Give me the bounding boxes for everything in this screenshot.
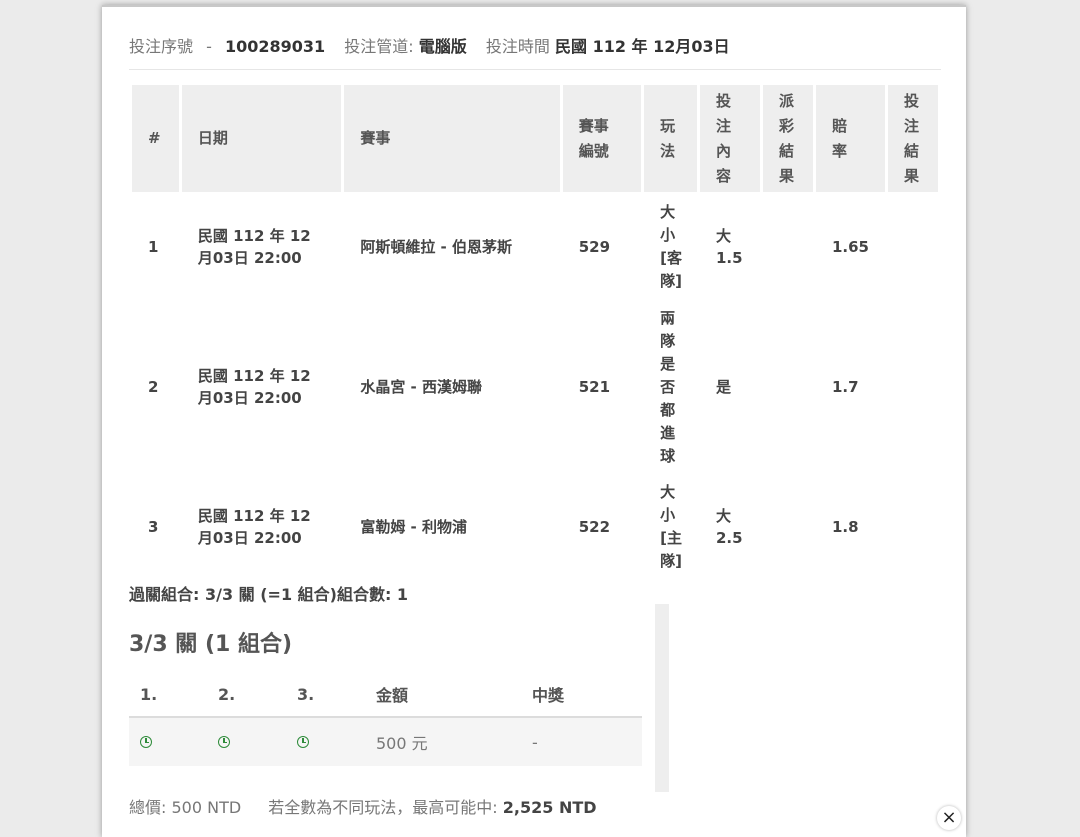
- header-date: 日期: [181, 85, 342, 192]
- cell-result: [888, 192, 938, 302]
- cell-odds: 1.65: [831, 238, 869, 256]
- cell-payout: [763, 302, 813, 472]
- combo-row: 500 元 -: [129, 717, 642, 766]
- cell-content: 大 2.5: [715, 507, 743, 547]
- cell-content: 是: [715, 378, 731, 396]
- combo-cell-amount: 500 元: [365, 717, 521, 766]
- header-content: 投注內容: [699, 85, 760, 192]
- cell-date: 民國 112 年 12月03日 22:00: [197, 227, 311, 267]
- combo-header-win: 中獎: [521, 672, 642, 718]
- cell-odds: 1.8: [831, 518, 859, 536]
- time-label: 投注時間: [485, 37, 550, 56]
- cell-event: 水晶宮 - 西漢姆聯: [360, 378, 482, 396]
- channel-value: 電腦版: [418, 37, 467, 56]
- bet-info-line: 投注序號 - 100289031 投注管道: 電腦版 投注時間 民國 112 年…: [129, 33, 941, 70]
- cell-event-no: 521: [578, 378, 611, 396]
- close-icon[interactable]: ×: [937, 806, 961, 830]
- combo-cell-2: [207, 717, 286, 766]
- cell-odds: 1.7: [831, 378, 859, 396]
- combo-summary: 過關組合: 3/3 關 (=1 組合)組合數: 1: [129, 585, 409, 604]
- table-row: 1 民國 112 年 12月03日 22:00 阿斯頓維拉 - 伯恩茅斯 529…: [132, 192, 938, 302]
- header-result: 投注結果: [887, 85, 938, 192]
- max-win-label: 若全數為不同玩法，最高可能中:: [268, 798, 498, 817]
- serial-separator: -: [206, 37, 212, 56]
- total-value: 500 NTD: [171, 798, 242, 817]
- header-play: 玩法: [644, 85, 697, 192]
- header-payout: 派彩結果: [762, 85, 813, 192]
- header-num: #: [132, 85, 179, 192]
- cell-event-no: 529: [578, 238, 611, 256]
- combo-cell-1: [129, 717, 207, 766]
- header-event: 賽事: [344, 85, 560, 192]
- header-odds: 賠率: [815, 85, 885, 192]
- bet-detail-panel: 投注序號 - 100289031 投注管道: 電腦版 投注時間 民國 112 年…: [102, 5, 966, 837]
- combo-header-1: 1.: [129, 672, 207, 718]
- combo-cell-win: -: [521, 717, 642, 766]
- combo-table: 1. 2. 3. 金額 中獎 500 元 -: [129, 672, 642, 766]
- total-label: 總價:: [129, 798, 167, 817]
- clock-icon: [140, 735, 152, 748]
- combo-title: 3/3 關 (1 組合): [129, 632, 293, 657]
- cell-play: 兩隊是否都進球: [660, 308, 676, 465]
- header-event-no: 賽事編號: [562, 85, 642, 192]
- table-row: 3 民國 112 年 12月03日 22:00 富勒姆 - 利物浦 522 大小…: [132, 472, 938, 582]
- time-value: 民國 112 年 12月03日: [555, 37, 730, 56]
- cell-event: 富勒姆 - 利物浦: [360, 518, 467, 536]
- combo-header-2: 2.: [207, 672, 286, 718]
- serial-value: 100289031: [224, 37, 326, 56]
- cell-content: 大 1.5: [715, 227, 743, 267]
- cell-event-no: 522: [578, 518, 611, 536]
- combo-header-row: 1. 2. 3. 金額 中獎: [129, 672, 642, 718]
- cell-num: 3: [148, 518, 159, 536]
- cell-date: 民國 112 年 12月03日 22:00: [197, 507, 311, 547]
- table-row: 2 民國 112 年 12月03日 22:00 水晶宮 - 西漢姆聯 521 兩…: [132, 302, 938, 472]
- cell-event: 阿斯頓維拉 - 伯恩茅斯: [360, 238, 512, 256]
- channel-label: 投注管道:: [344, 37, 414, 56]
- cell-payout: [763, 472, 813, 582]
- table-header-row: # 日期 賽事 賽事編號 玩法 投注內容 派彩結果 賠率 投注結果: [132, 85, 938, 192]
- clock-icon: [218, 735, 230, 748]
- cell-date: 民國 112 年 12月03日 22:00: [197, 367, 311, 407]
- cell-payout: [763, 192, 813, 302]
- cell-play: 大小[客隊]: [660, 203, 682, 290]
- cell-play: 大小[主隊]: [660, 483, 682, 570]
- cell-num: 1: [148, 238, 159, 256]
- combo-box: 3/3 關 (1 組合) 1. 2. 3. 金額 中獎 500 元 -: [129, 604, 669, 792]
- bet-table: # 日期 賽事 賽事編號 玩法 投注內容 派彩結果 賠率 投注結果 1 民國 1…: [129, 85, 941, 582]
- cell-result: [888, 302, 938, 472]
- max-win-value: 2,525 NTD: [502, 798, 597, 817]
- clock-icon: [297, 735, 309, 748]
- serial-label: 投注序號: [129, 37, 194, 56]
- combo-header-3: 3.: [286, 672, 365, 718]
- cell-num: 2: [148, 378, 159, 396]
- cell-result: [888, 472, 938, 582]
- total-line: 總價: 500 NTD 若全數為不同玩法，最高可能中: 2,525 NTD: [129, 794, 597, 818]
- combo-header-amount: 金額: [365, 672, 521, 718]
- combo-cell-3: [286, 717, 365, 766]
